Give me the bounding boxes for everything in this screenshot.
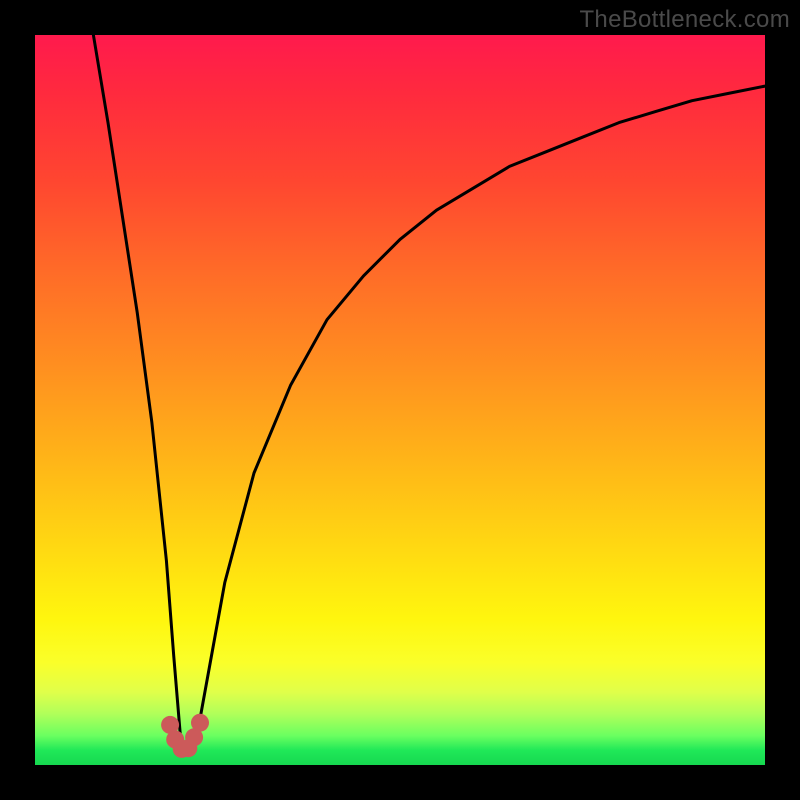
chart-frame: TheBottleneck.com [0, 0, 800, 800]
curve-path [93, 35, 765, 750]
minimum-marker [191, 714, 209, 732]
plot-area [35, 35, 765, 765]
minimum-markers [161, 714, 209, 758]
bottleneck-curve-svg [35, 35, 765, 765]
watermark-text: TheBottleneck.com [579, 6, 790, 34]
bottleneck-curve [93, 35, 765, 750]
